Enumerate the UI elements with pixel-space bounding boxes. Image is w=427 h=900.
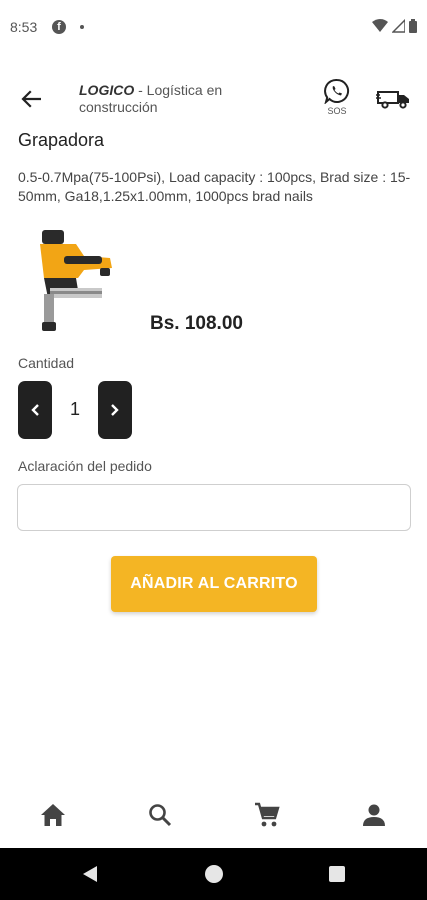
product-description: 0.5-0.7Mpa(75-100Psi), Load capacity : 1… [18,169,411,204]
app-brand: LOGICO [79,82,135,98]
order-note-label: Aclaración del pedido [18,458,152,474]
app-bar: LOGICO - Logística en construcción SOS [0,72,427,124]
battery-icon [409,19,417,33]
nav-home[interactable] [33,795,73,835]
cart-icon [254,802,280,827]
nav-profile[interactable] [354,795,394,835]
order-note-input[interactable] [17,484,411,531]
nail-gun-image [40,230,112,331]
quantity-value: 1 [69,399,80,419]
quantity-label: Cantidad [18,355,75,371]
arrow-back-icon [21,90,41,108]
whatsapp-sos-button[interactable]: SOS [323,78,351,120]
search-icon [149,804,172,827]
back-button[interactable] [16,84,46,114]
home-icon [41,804,66,826]
person-icon [362,804,385,826]
status-time: 8:53 [10,19,38,35]
nav-search[interactable] [140,795,180,835]
whatsapp-icon [324,78,349,104]
whatsapp-label: SOS [327,106,347,116]
nav-cart[interactable] [247,795,287,835]
bottom-navigation [0,786,427,844]
quantity-increase-button[interactable] [98,381,132,439]
notification-dot-icon [80,25,84,29]
system-recents-icon[interactable] [329,866,345,882]
add-to-cart-button[interactable]: AÑADIR AL CARRITO [111,556,317,612]
status-bar: 8:53 f [0,0,427,56]
facebook-notification-icon: f [52,20,66,34]
quantity-decrease-button[interactable] [18,381,52,439]
product-image [36,228,116,333]
wifi-icon [372,19,388,32]
product-price: Bs. 108.00 [150,313,243,334]
status-indicators [372,19,417,33]
chevron-right-icon [111,404,119,416]
system-home-icon[interactable] [205,865,223,883]
system-back-icon[interactable] [82,865,98,883]
signal-icon [392,19,405,33]
chevron-left-icon [31,404,39,416]
product-title: Grapadora [18,130,105,150]
app-title: LOGICO - Logística en construcción [79,82,279,116]
truck-icon [376,91,409,109]
system-navigation-bar [0,848,427,900]
delivery-button[interactable] [376,86,412,110]
